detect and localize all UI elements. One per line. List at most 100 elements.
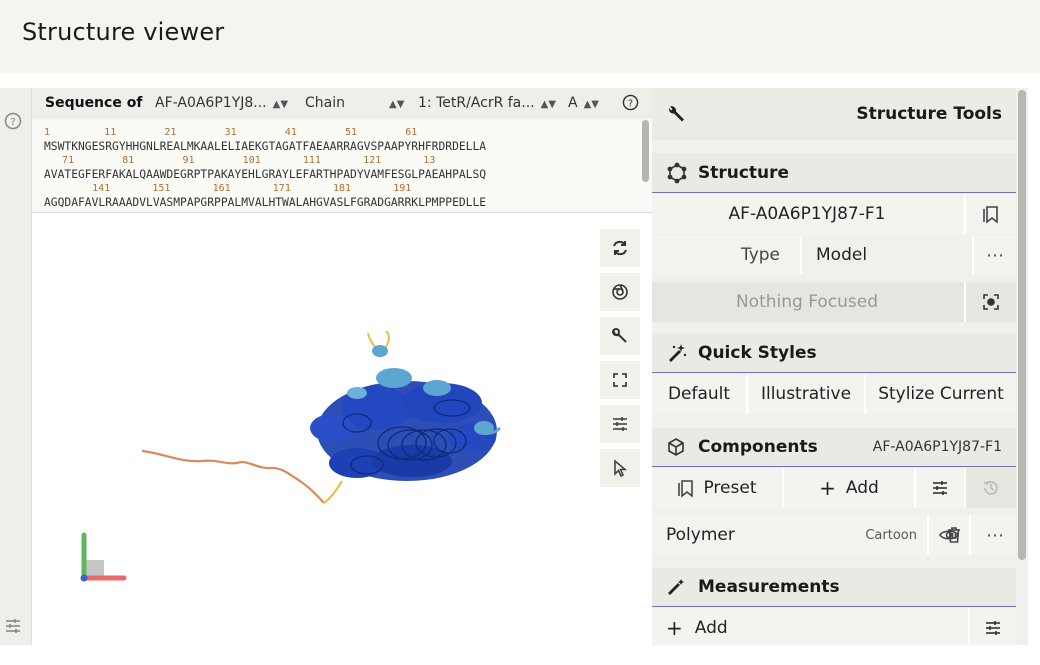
quick-styles-header[interactable]: Quick Styles bbox=[652, 334, 1016, 372]
history-icon bbox=[983, 480, 998, 495]
sequence-help-icon[interactable]: ? bbox=[622, 94, 639, 115]
svg-text:?: ? bbox=[628, 98, 633, 109]
page-header: Structure viewer bbox=[0, 0, 1040, 73]
reset-camera-button[interactable] bbox=[600, 229, 640, 267]
sequence-residues[interactable]: MSWTKNGESRGYHHGNLREALMKAALELIAEKGTAGATFA… bbox=[44, 140, 486, 154]
type-label: Type bbox=[740, 245, 780, 265]
select-pointer-icon bbox=[614, 459, 628, 477]
sequence-residues[interactable]: AGQDAFAVLRAAADVLVASMPAPGRPPALMVALHTWALAH… bbox=[44, 196, 486, 210]
focus-status[interactable]: Nothing Focused bbox=[652, 282, 962, 322]
molstar-app: ? Sequence of AF-A0A6P1YJ8... ▲▼ Chain ▲▼ … bbox=[0, 88, 1040, 645]
measurements-actions-row: + Add bbox=[652, 608, 1016, 645]
fullscreen-icon bbox=[613, 373, 627, 387]
focus-target-button[interactable] bbox=[966, 282, 1016, 322]
entry-select[interactable]: AF-A0A6P1YJ8... ▲▼ bbox=[155, 95, 288, 111]
fullscreen-button[interactable] bbox=[600, 361, 640, 399]
delete-component-button[interactable] bbox=[934, 515, 974, 555]
components-entry: AF-A0A6P1YJ87-F1 bbox=[872, 439, 1002, 455]
measurements-accent-line bbox=[652, 606, 1016, 607]
cube-icon bbox=[666, 436, 688, 458]
measurements-header[interactable]: Measurements bbox=[652, 568, 1016, 606]
updown-icon: ▲▼ bbox=[389, 99, 405, 110]
preset-button[interactable]: Preset bbox=[652, 468, 782, 508]
style-illustrative-button[interactable]: Illustrative bbox=[748, 374, 864, 414]
plus-icon: + bbox=[666, 616, 683, 640]
bookmark-icon bbox=[983, 206, 998, 224]
wrench-icon bbox=[666, 103, 688, 125]
updown-icon: ▲▼ bbox=[583, 99, 599, 110]
polymer-representation[interactable]: Cartoon bbox=[812, 515, 917, 555]
right-panel-scrollbar[interactable] bbox=[1018, 90, 1026, 560]
viewport-controls bbox=[600, 229, 640, 493]
sequence-scrollbar[interactable] bbox=[642, 120, 649, 182]
measurement-options-button[interactable] bbox=[970, 608, 1016, 645]
plus-icon: + bbox=[819, 476, 836, 500]
controls-button[interactable] bbox=[600, 317, 640, 355]
structure-tools-panel: Structure Tools Structure AF-A0A6P1YJ87-… bbox=[652, 88, 1016, 645]
settings-button[interactable] bbox=[600, 405, 640, 443]
preset-label: Preset bbox=[703, 478, 757, 498]
components-title: Components bbox=[698, 437, 818, 457]
quick-styles-title: Quick Styles bbox=[698, 343, 817, 363]
settings-sliders-icon bbox=[986, 621, 1000, 635]
structure-section-title: Structure bbox=[698, 163, 790, 183]
sequence-residues[interactable]: AVATEGFERFAKALQAAWDEGRPTPAKAYEHLGRAYLEFA… bbox=[44, 168, 486, 182]
sequence-numbers: 1 11 21 31 41 51 61 bbox=[44, 127, 418, 138]
bookmark-icon bbox=[678, 480, 694, 498]
components-accent-line bbox=[652, 466, 1016, 467]
style-stylize-current-button[interactable]: Stylize Current bbox=[866, 374, 1016, 414]
updown-icon: ▲▼ bbox=[540, 99, 557, 110]
structure-section-header[interactable]: Structure bbox=[652, 153, 1016, 193]
help-icon[interactable]: ? bbox=[4, 112, 22, 130]
type-select[interactable]: Model bbox=[802, 236, 972, 274]
3d-viewport[interactable] bbox=[32, 213, 652, 645]
bookmark-button[interactable] bbox=[966, 194, 1016, 234]
quick-styles-row: Default Illustrative Stylize Current bbox=[652, 374, 1016, 414]
protein-render[interactable] bbox=[32, 213, 652, 645]
reset-camera-icon bbox=[613, 240, 627, 256]
page-title: Structure viewer bbox=[22, 18, 225, 46]
left-toolbar: ? bbox=[0, 88, 32, 645]
more-options-icon[interactable]: ⋯ bbox=[974, 515, 1016, 555]
settings-sliders-icon bbox=[613, 417, 627, 431]
type-row: Type Model ⋯ bbox=[652, 236, 1016, 274]
undo-history-button bbox=[966, 468, 1016, 508]
chain-select-value: 1: TetR/AcrR fa... bbox=[418, 95, 535, 111]
structure-tools-title: Structure Tools bbox=[856, 104, 1002, 124]
mode-select[interactable]: Chain ▲▼ bbox=[305, 95, 404, 111]
sequence-text[interactable]: 1 11 21 31 41 51 61 MSWTKNGESRGYHHGNLREAL… bbox=[44, 126, 486, 210]
style-default-button[interactable]: Default bbox=[652, 374, 746, 414]
add-measurement-button[interactable]: + Add bbox=[666, 608, 866, 645]
structure-accent-line bbox=[652, 192, 1016, 193]
sequence-panel: Sequence of AF-A0A6P1YJ8... ▲▼ Chain ▲▼ 1:… bbox=[32, 88, 652, 213]
add-component-button[interactable]: + Add bbox=[784, 468, 914, 508]
screenshot-button[interactable] bbox=[600, 273, 640, 311]
sequence-numbers: 141 151 161 171 181 191 bbox=[44, 183, 412, 194]
axes-gizmo bbox=[80, 532, 127, 582]
structure-entry-name[interactable]: AF-A0A6P1YJ87-F1 bbox=[652, 194, 962, 234]
focus-row: Nothing Focused bbox=[652, 282, 1016, 322]
quick-styles-accent-line bbox=[652, 372, 1016, 373]
settings-sliders-icon[interactable] bbox=[4, 617, 22, 635]
measure-wand-icon bbox=[666, 576, 688, 598]
wrench-icon bbox=[612, 328, 627, 343]
measurements-title: Measurements bbox=[698, 577, 840, 597]
chain-select[interactable]: 1: TetR/AcrR fa... ▲▼ bbox=[418, 95, 556, 111]
svg-text:?: ? bbox=[10, 117, 15, 128]
structure-tools-header: Structure Tools bbox=[652, 88, 1016, 140]
updown-icon: ▲▼ bbox=[272, 99, 289, 110]
components-header[interactable]: Components AF-A0A6P1YJ87-F1 bbox=[652, 428, 1016, 466]
add-measurement-label: Add bbox=[694, 618, 728, 638]
sequence-toolbar: Sequence of AF-A0A6P1YJ8... ▲▼ Chain ▲▼ 1:… bbox=[32, 88, 652, 119]
selection-mode-button[interactable] bbox=[600, 449, 640, 487]
add-component-label: Add bbox=[845, 478, 879, 498]
more-options-icon[interactable]: ⋯ bbox=[974, 236, 1016, 274]
structure-entry-row: AF-A0A6P1YJ87-F1 bbox=[652, 194, 1016, 234]
asym-select[interactable]: A ▲▼ bbox=[568, 95, 599, 111]
polymer-label[interactable]: Polymer bbox=[666, 515, 816, 555]
components-actions-row: Preset + Add bbox=[652, 468, 1016, 508]
settings-sliders-icon bbox=[933, 481, 947, 495]
component-options-button[interactable] bbox=[916, 468, 964, 508]
focus-target-icon bbox=[983, 294, 999, 310]
sequence-of-label: Sequence of bbox=[45, 95, 143, 111]
